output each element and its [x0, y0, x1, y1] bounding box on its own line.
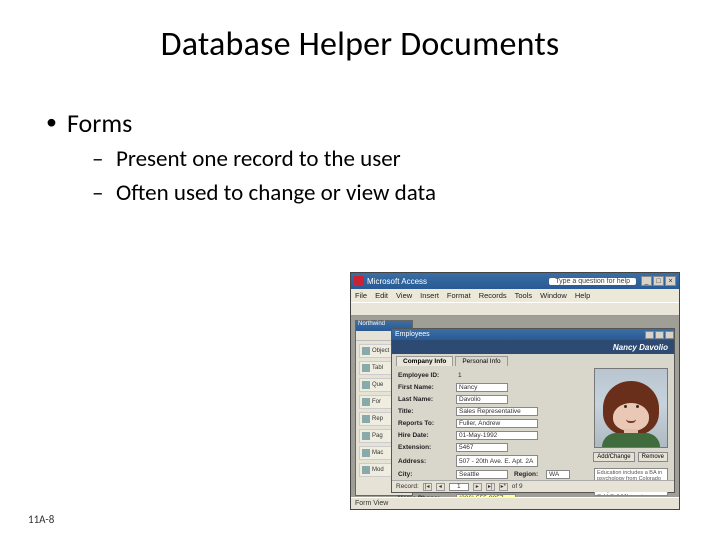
bullet-text: Forms [67, 107, 132, 139]
bullet-dash-icon: – [92, 179, 108, 207]
title-label: Title: [398, 408, 456, 415]
photo-placeholder [595, 369, 667, 447]
page-number: 11A-8 [28, 513, 54, 526]
menu-window[interactable]: Window [540, 291, 567, 300]
extension-field[interactable]: 5467 [456, 443, 508, 452]
form-maximize-button[interactable] [655, 331, 664, 339]
region-field[interactable]: WA [546, 470, 570, 479]
reports-to-field[interactable]: Fuller, Andrew [456, 419, 538, 428]
form-title: Employees [395, 331, 430, 338]
employee-id-label: Employee ID: [398, 372, 456, 379]
remove-photo-button[interactable]: Remove [638, 452, 668, 462]
record-label: Record: [396, 483, 419, 490]
form-tabbar: Company Info Personal Info [392, 354, 674, 366]
last-name-field[interactable]: Davolio [456, 395, 508, 404]
access-window: Microsoft Access Type a question for hel… [350, 272, 680, 510]
record-navigator: Record: |◂ ◂ 1 ▸ ▸| ▸* of 9 [392, 480, 674, 492]
record-number-field[interactable]: 1 [449, 483, 469, 491]
hire-date-field[interactable]: 01-May-1992 [456, 431, 538, 440]
city-field[interactable]: Seattle [456, 470, 508, 479]
hire-date-label: Hire Date: [398, 432, 456, 439]
nav-first-button[interactable]: |◂ [423, 483, 432, 491]
region-label: Region: [514, 471, 546, 478]
slide-title: Database Helper Documents [40, 24, 680, 65]
address-field[interactable]: 507 - 20th Ave. E. Apt. 2A [456, 455, 538, 467]
bullet-text: Present one record to the user [116, 145, 401, 173]
bullet-level2: – Present one record to the user [92, 145, 680, 173]
home-phone-label: Home Phone: [398, 495, 456, 497]
access-logo-icon [354, 276, 364, 286]
bullet-level1: • Forms [46, 107, 680, 139]
menu-help[interactable]: Help [575, 291, 590, 300]
form-titlebar: Employees [392, 329, 674, 340]
bullet-level2: – Often used to change or view data [92, 179, 680, 207]
nav-last-button[interactable]: ▸| [486, 483, 495, 491]
bullet-list: • Forms – Present one record to the user… [40, 107, 680, 207]
bullet-dash-icon: – [92, 145, 108, 173]
toolbar [351, 302, 679, 316]
mdi-area: Northwind Object Tabl Que For Rep Pag Ma… [351, 316, 679, 497]
employee-id-value: 1 [456, 371, 472, 380]
city-label: City: [398, 471, 456, 478]
home-phone-field[interactable]: (206) 555-9857 [456, 494, 516, 497]
reports-to-label: Reports To: [398, 420, 456, 427]
bullet-dot-icon: • [46, 107, 57, 137]
minimize-button[interactable]: _ [641, 276, 652, 286]
title-field[interactable]: Sales Representative [456, 407, 538, 416]
first-name-label: First Name: [398, 384, 456, 391]
slide: Database Helper Documents • Forms – Pres… [0, 0, 720, 540]
menubar: File Edit View Insert Format Records Too… [351, 289, 679, 302]
bullet-text: Often used to change or view data [116, 179, 436, 207]
menu-format[interactable]: Format [447, 291, 471, 300]
menu-view[interactable]: View [396, 291, 412, 300]
menu-edit[interactable]: Edit [375, 291, 388, 300]
last-name-label: Last Name: [398, 396, 456, 403]
menu-tools[interactable]: Tools [515, 291, 533, 300]
maximize-button[interactable]: □ [653, 276, 664, 286]
menu-records[interactable]: Records [479, 291, 507, 300]
help-search-box[interactable]: Type a question for help [549, 278, 636, 285]
nav-next-button[interactable]: ▸ [473, 483, 482, 491]
nav-prev-button[interactable]: ◂ [436, 483, 445, 491]
employee-photo [594, 368, 668, 448]
form-header-name: Nancy Davolio [392, 340, 674, 354]
nav-new-button[interactable]: ▸* [499, 483, 508, 491]
first-name-field[interactable]: Nancy [456, 383, 508, 392]
statusbar: Form View [351, 497, 679, 509]
form-window: Employees Nancy Davolio Company Info Per… [391, 328, 675, 493]
address-label: Address: [398, 458, 456, 465]
app-titlebar: Microsoft Access Type a question for hel… [351, 273, 679, 289]
record-total: of 9 [512, 483, 523, 490]
add-change-photo-button[interactable]: Add/Change [593, 452, 634, 462]
form-close-button[interactable] [665, 331, 674, 339]
menu-insert[interactable]: Insert [420, 291, 439, 300]
close-button[interactable]: × [665, 276, 676, 286]
form-minimize-button[interactable] [645, 331, 654, 339]
app-title: Microsoft Access [367, 277, 427, 286]
tab-company-info[interactable]: Company Info [396, 356, 453, 366]
form-body: Employee ID: 1 First Name: Nancy Last Na… [392, 366, 674, 480]
extension-label: Extension: [398, 444, 456, 451]
tab-personal-info[interactable]: Personal Info [455, 356, 507, 366]
menu-file[interactable]: File [355, 291, 367, 300]
